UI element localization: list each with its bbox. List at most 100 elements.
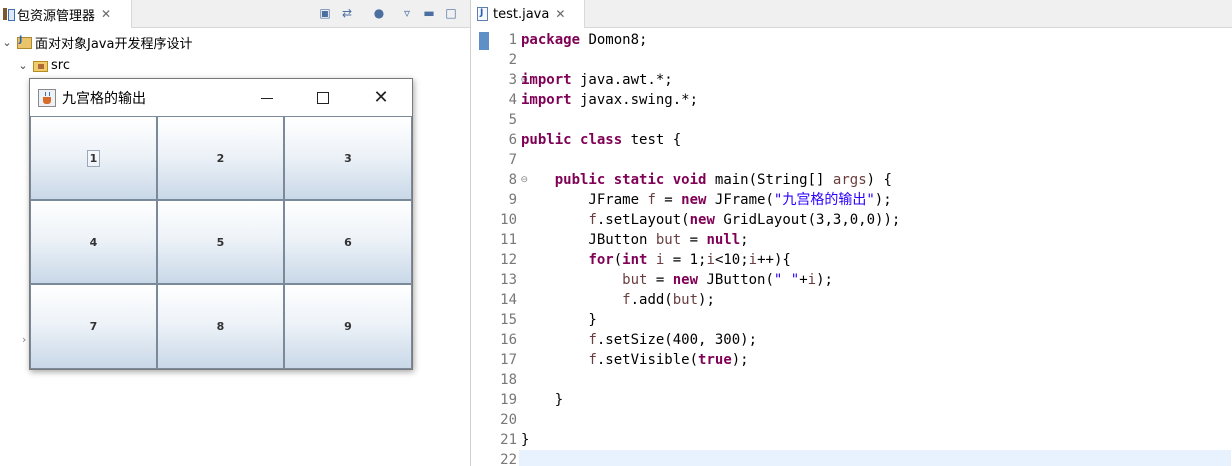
package-explorer-icon <box>2 7 15 21</box>
code-line[interactable]: f.add(but); <box>521 290 1221 310</box>
code-line[interactable] <box>521 50 1221 70</box>
code-line[interactable]: JButton but = null; <box>521 230 1221 250</box>
maximize-button[interactable] <box>296 79 350 117</box>
button-grid: 1 2 3 4 5 6 7 8 9 <box>30 116 412 369</box>
line-number-gutter: 1 2 3 ⊖ 4 5 6 7 8 ⊖ 9 10 11 12 13 14 15 16 17 18 19 20 21 22 <box>491 30 528 466</box>
code-line[interactable]: f.setSize(400, 300); <box>521 330 1221 350</box>
code-line[interactable]: f.setVisible(true); <box>521 350 1221 370</box>
button-label: 3 <box>344 151 352 165</box>
grid-button-3[interactable]: 3 <box>284 116 412 200</box>
window-title: 九宫格的输出 <box>62 91 146 107</box>
code-line[interactable]: for(int i = 1;i<10;i++){ <box>521 250 1221 270</box>
line-number: 15 <box>500 312 517 328</box>
grid-button-9[interactable]: 9 <box>284 284 412 369</box>
grid-button-4[interactable]: 4 <box>30 200 157 284</box>
code-line[interactable] <box>519 450 1231 466</box>
editor-tab-bar: test.java ✕ <box>471 0 1232 28</box>
minimize-icon <box>261 97 273 99</box>
grid-button-7[interactable]: 7 <box>30 284 157 369</box>
grid-button-8[interactable]: 8 <box>157 284 284 369</box>
button-label: 9 <box>344 320 352 333</box>
chevron-right-icon[interactable]: › <box>22 333 26 346</box>
tab-test-java[interactable]: test.java ✕ <box>471 0 585 28</box>
tab-label: test.java <box>493 6 550 22</box>
line-number: 21 <box>500 432 517 448</box>
line-number: 1 <box>508 32 517 48</box>
line-number: 4 <box>508 92 517 108</box>
tab-label: 包资源管理器 <box>17 8 96 24</box>
button-label: 6 <box>344 235 352 249</box>
minimize-view-icon[interactable]: ▬ <box>420 4 438 22</box>
code-line[interactable]: } <box>521 430 1221 450</box>
explorer-tab-bar: 包资源管理器 ✕ ▣ ⇄ ● ▿ ▬ □ <box>0 0 470 28</box>
line-number: 17 <box>500 352 517 368</box>
line-number: 20 <box>500 412 517 428</box>
button-label: 4 <box>89 235 98 249</box>
line-number: 10 <box>500 212 517 228</box>
grid-button-2[interactable]: 2 <box>157 116 284 200</box>
overview-ruler-marker[interactable] <box>479 32 489 50</box>
window-title-bar[interactable]: 九宫格的输出 ✕ <box>30 79 412 117</box>
button-label: 1 <box>86 149 101 167</box>
code-line[interactable]: import java.awt.*; <box>521 70 1221 90</box>
link-with-editor-icon[interactable]: ⇄ <box>338 4 356 22</box>
line-number: 14 <box>500 292 517 308</box>
chevron-down-icon[interactable]: ⌄ <box>0 36 14 49</box>
maximize-view-icon[interactable]: □ <box>442 4 460 22</box>
code-line[interactable] <box>521 150 1221 170</box>
grid-button-6[interactable]: 6 <box>284 200 412 284</box>
code-line[interactable]: but = new JButton(" "+i); <box>521 270 1221 290</box>
code-line[interactable]: JFrame f = new JFrame("九宫格的输出"); <box>521 190 1221 210</box>
code-line[interactable]: import javax.swing.*; <box>521 90 1221 110</box>
grid-button-5[interactable]: 5 <box>157 200 284 284</box>
line-number: 8 ⊖ <box>508 172 528 188</box>
line-number: 22 <box>500 452 517 466</box>
close-icon[interactable]: ✕ <box>101 7 111 21</box>
line-number: 12 <box>500 252 517 268</box>
java-editor: test.java ✕ 123⊖45678⊖910111213141516171… <box>470 0 1232 466</box>
tree-item-project[interactable]: ⌄ 面对对象Java开发程序设计 <box>0 31 192 53</box>
grid-button-1[interactable]: 1 <box>30 116 157 200</box>
java-file-icon <box>477 7 488 21</box>
line-number: 19 <box>500 392 517 408</box>
code-line[interactable]: public static void main(String[] args) { <box>521 170 1221 190</box>
project-name: 面对对象Java开发程序设计 <box>35 36 193 52</box>
line-number: 18 <box>500 372 517 388</box>
swing-jframe-window: 九宫格的输出 ✕ 1 2 3 4 5 6 7 8 9 <box>29 78 413 370</box>
code-area[interactable]: package Domon8; import java.awt.*; import … <box>519 30 1231 466</box>
code-line[interactable]: package Domon8; <box>521 30 1221 50</box>
button-label: 5 <box>216 235 225 249</box>
java-project-icon <box>16 35 32 49</box>
line-number: 13 <box>500 272 517 288</box>
button-label: 2 <box>216 151 225 165</box>
collapse-all-icon[interactable]: ▣ <box>316 4 334 22</box>
code-line[interactable]: } <box>521 390 1221 410</box>
source-folder-icon <box>32 58 48 72</box>
tab-package-explorer[interactable]: 包资源管理器 ✕ <box>0 0 132 28</box>
chevron-down-icon[interactable]: ⌄ <box>16 59 30 72</box>
line-number: 16 <box>500 332 517 348</box>
code-line[interactable] <box>521 370 1221 390</box>
line-number: 5 <box>508 112 517 128</box>
line-number: 3 ⊖ <box>508 72 528 88</box>
maximize-icon <box>317 92 329 104</box>
minimize-button[interactable] <box>240 79 294 117</box>
line-number: 9 <box>508 192 517 208</box>
filter-icon[interactable]: ● <box>370 4 388 22</box>
code-line[interactable]: f.setLayout(new GridLayout(3,3,0,0)); <box>521 210 1221 230</box>
line-number: 11 <box>500 232 517 248</box>
button-label: 7 <box>89 320 98 333</box>
java-cup-icon <box>38 89 56 107</box>
view-menu-chevron-down-icon[interactable]: ▿ <box>398 4 416 22</box>
close-icon[interactable]: ✕ <box>555 7 565 21</box>
src-folder-label: src <box>51 57 70 73</box>
tree-item-src[interactable]: ⌄ src <box>16 54 70 76</box>
line-number: 7 <box>508 152 517 168</box>
code-line[interactable]: public class test { <box>521 130 1221 150</box>
line-number: 6 <box>508 132 517 148</box>
code-line[interactable] <box>521 410 1221 430</box>
close-button[interactable]: ✕ <box>354 79 408 117</box>
code-line[interactable]: } <box>521 310 1221 330</box>
line-number: 2 <box>508 52 517 68</box>
code-line[interactable] <box>521 110 1221 130</box>
